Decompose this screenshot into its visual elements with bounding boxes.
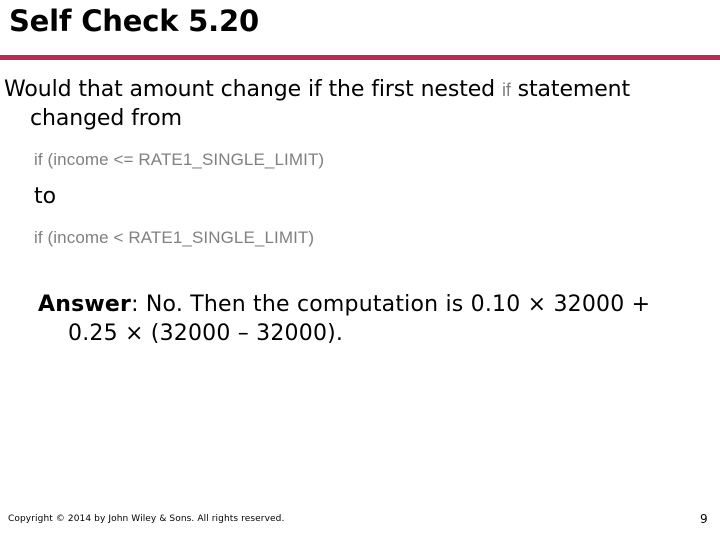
title-divider	[0, 55, 720, 60]
question-text: Would that amount change if the first ne…	[4, 75, 704, 133]
answer-label: Answer	[38, 292, 132, 317]
answer-line-2: 0.25 × (32000 – 32000).	[68, 320, 344, 346]
question-line-1-head: Would that amount change if the first ne…	[4, 77, 502, 102]
footer-page-number: 9	[700, 512, 708, 526]
slide: Self Check 5.20 Would that amount change…	[0, 0, 720, 540]
connector-label: to	[34, 184, 57, 210]
question-line-1-tail: statement	[510, 77, 631, 102]
page-title: Self Check 5.20	[9, 4, 259, 38]
inline-code-if: if	[501, 80, 511, 100]
footer-copyright: Copyright © 2014 by John Wiley & Sons. A…	[8, 514, 285, 524]
answer-block: Answer: No. Then the computation is 0.10…	[38, 291, 688, 348]
body-content: Would that amount change if the first ne…	[4, 75, 704, 248]
code-snippet-before: if (income <= RATE1_SINGLE_LIMIT)	[34, 150, 325, 170]
answer-line-1: : No. Then the computation is 0.10 × 320…	[131, 292, 651, 317]
question-line-2: changed from	[30, 106, 182, 132]
code-snippet-after: if (income < RATE1_SINGLE_LIMIT)	[34, 227, 315, 247]
